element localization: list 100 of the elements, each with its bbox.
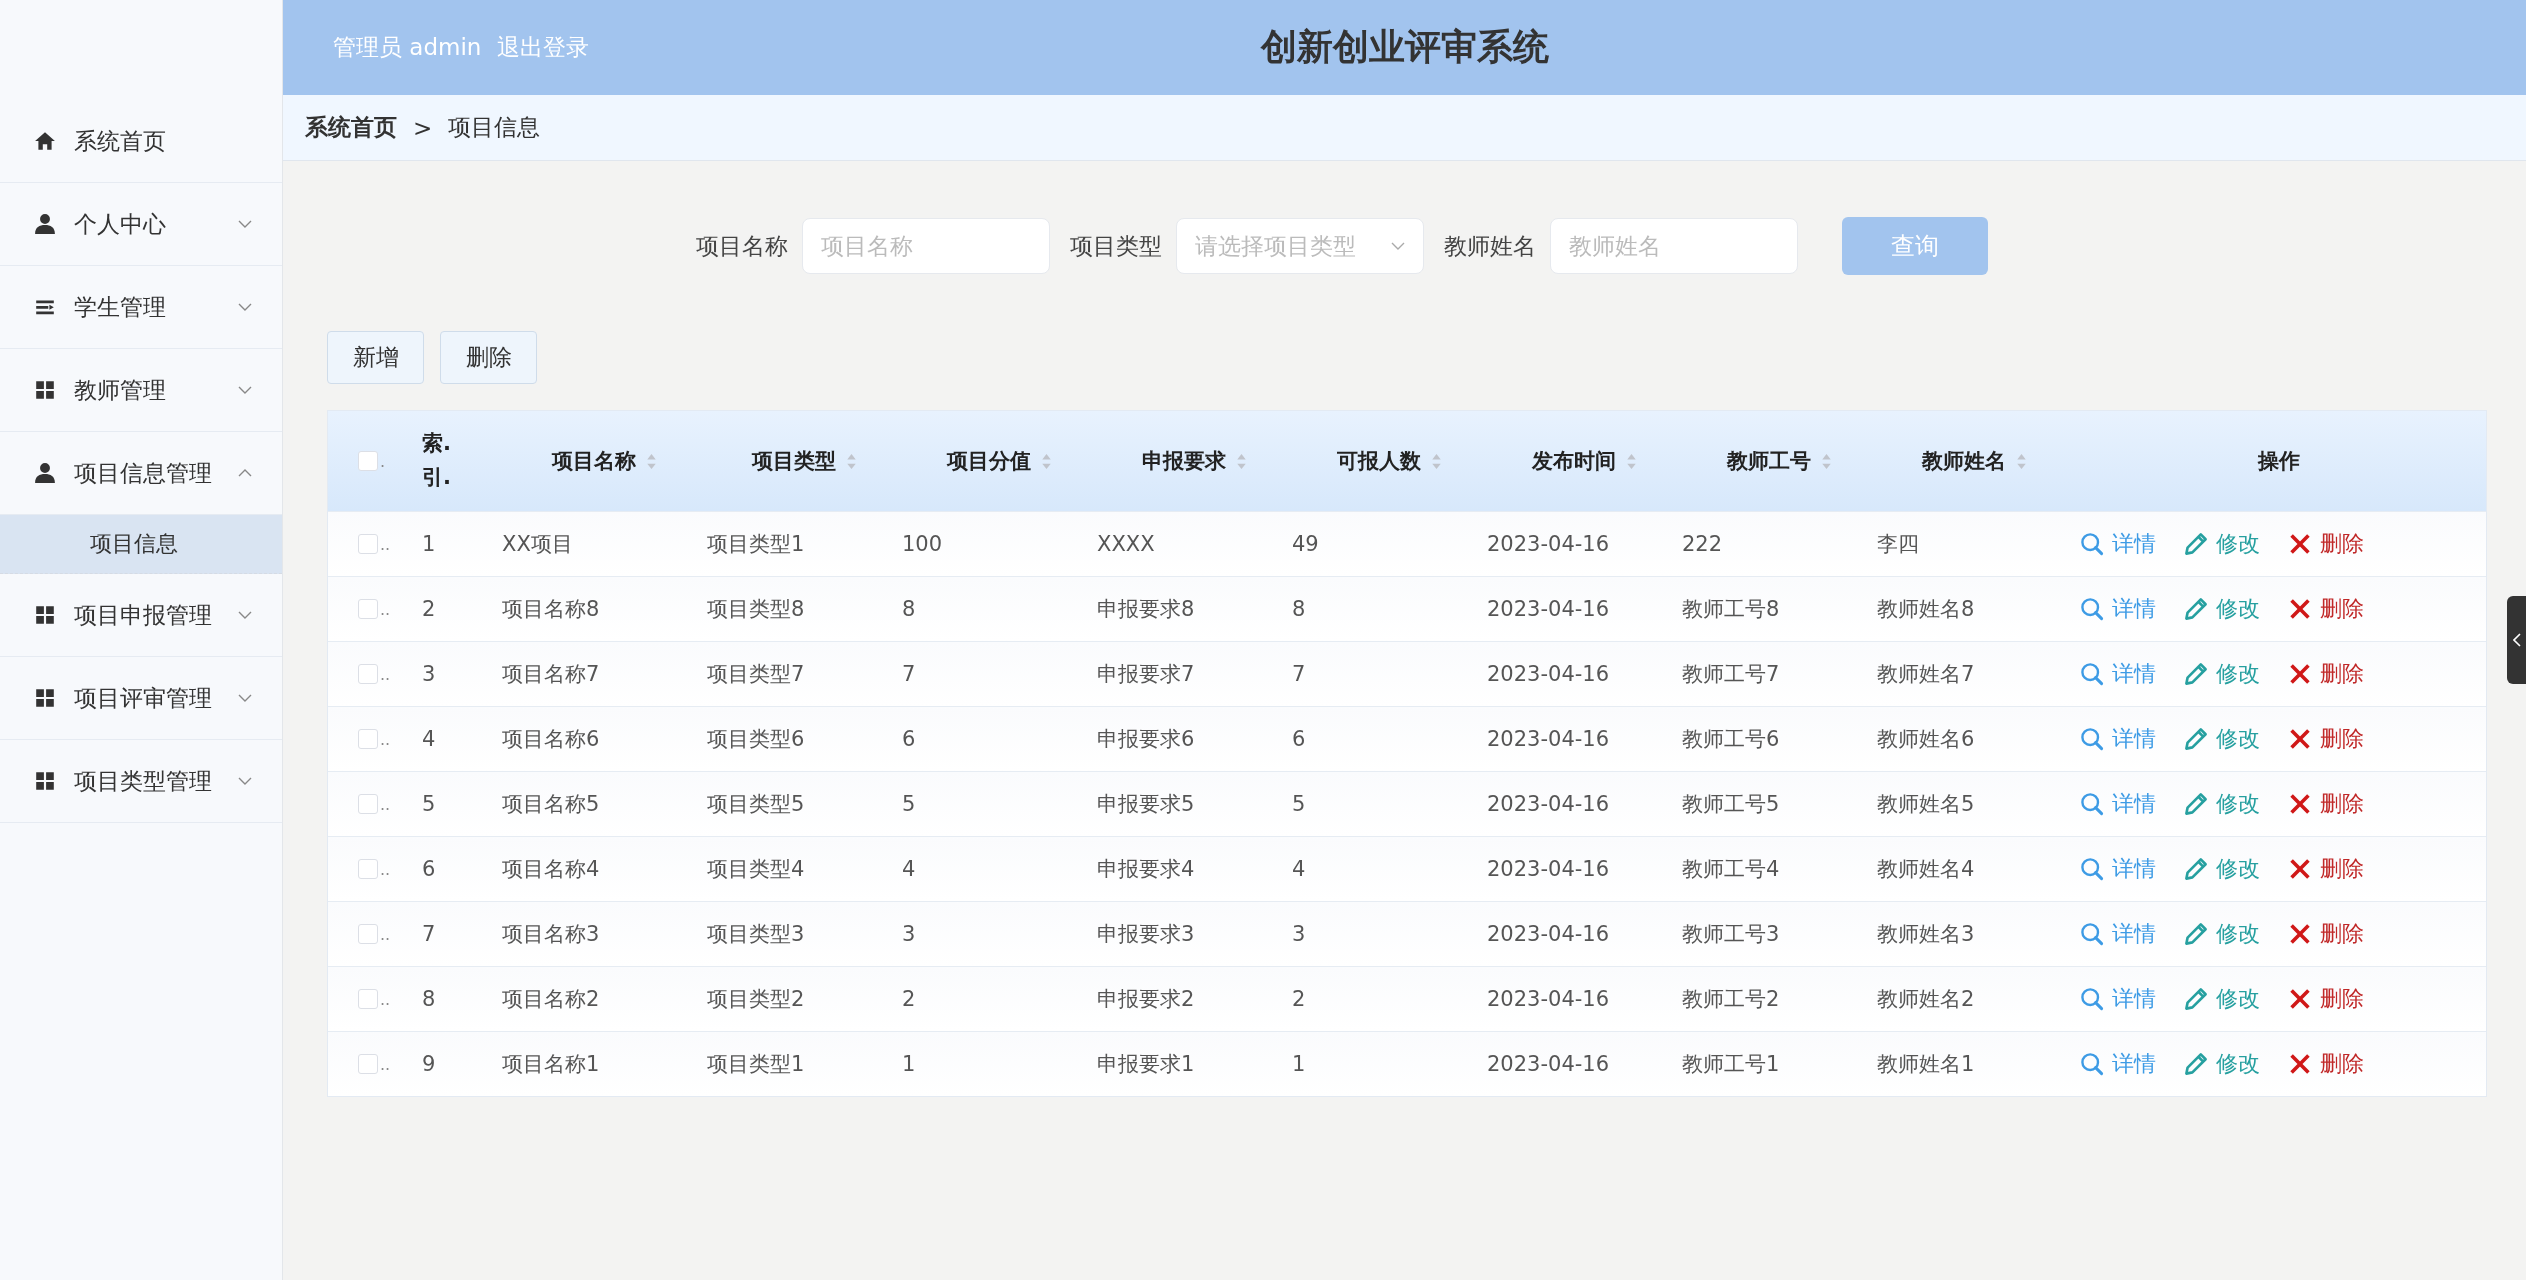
sort-icon[interactable] [646, 452, 657, 470]
column-header[interactable]: 项目类型 [752, 447, 836, 475]
table-cell: 教师姓名5 [1877, 792, 1975, 816]
action-link[interactable]: 修改 [2184, 1049, 2260, 1079]
action-link[interactable]: 修改 [2184, 789, 2260, 819]
action-link[interactable]: 修改 [2184, 919, 2260, 949]
table-cell: 教师工号2 [1682, 987, 1780, 1011]
sort-icon[interactable] [1041, 452, 1052, 470]
checkbox[interactable] [358, 664, 378, 684]
chevron-left-icon [2513, 633, 2521, 647]
cell-text: . [380, 451, 386, 471]
menu-item[interactable]: 项目评审管理 [0, 657, 282, 740]
action-link[interactable]: 修改 [2184, 984, 2260, 1014]
checkbox[interactable] [358, 534, 378, 554]
action-label: 删除 [2320, 660, 2364, 688]
table-cell: 申报要求2 [1097, 987, 1195, 1011]
sort-icon[interactable] [1821, 452, 1832, 470]
action-link[interactable]: 删除 [2288, 659, 2364, 689]
action-link[interactable]: 详情 [2080, 984, 2156, 1014]
breadcrumb-link[interactable]: 系统首页 [305, 112, 397, 143]
action-link[interactable]: 详情 [2080, 789, 2156, 819]
checkbox[interactable] [358, 794, 378, 814]
column-header[interactable]: 教师姓名 [1922, 447, 2006, 475]
action-link[interactable]: 删除 [2288, 594, 2364, 624]
pencil-icon [2184, 662, 2208, 686]
menu-item[interactable]: 项目申报管理 [0, 574, 282, 657]
action-link[interactable]: 修改 [2184, 724, 2260, 754]
menu-item[interactable]: 系统首页 [0, 100, 282, 183]
column-header[interactable]: 项目分值 [947, 447, 1031, 475]
column-header[interactable]: 可报人数 [1337, 447, 1421, 475]
sort-icon[interactable] [2016, 452, 2027, 470]
action-link[interactable]: 详情 [2080, 919, 2156, 949]
menu-item[interactable]: 个人中心 [0, 183, 282, 266]
column-header[interactable]: 项目名称 [552, 447, 636, 475]
search-input[interactable]: 项目名称 [802, 218, 1050, 274]
menu-item[interactable]: 教师管理 [0, 349, 282, 432]
search-icon [2080, 597, 2104, 621]
search-input[interactable]: 教师姓名 [1550, 218, 1798, 274]
action-link[interactable]: 详情 [2080, 529, 2156, 559]
action-link[interactable]: 详情 [2080, 594, 2156, 624]
action-link[interactable]: 详情 [2080, 854, 2156, 884]
action-link[interactable]: 删除 [2288, 789, 2364, 819]
action-link[interactable]: 删除 [2288, 919, 2364, 949]
table-cell: 教师姓名1 [1877, 1052, 1975, 1076]
checkbox[interactable] [358, 924, 378, 944]
table-cell: 项目名称4 [502, 857, 600, 881]
table-cell: 申报要求4 [1097, 857, 1195, 881]
submenu-item[interactable]: 项目信息 [0, 515, 282, 574]
action-link[interactable]: 删除 [2288, 984, 2364, 1014]
checkbox[interactable] [358, 989, 378, 1009]
table-cell: 项目类型6 [707, 727, 805, 751]
panel-handle[interactable] [2507, 596, 2526, 684]
action-link[interactable]: 删除 [2288, 529, 2364, 559]
checkbox[interactable] [358, 1054, 378, 1074]
table-cell: XXXX [1097, 532, 1155, 556]
action-label: 修改 [2216, 530, 2260, 558]
pencil-icon [2184, 987, 2208, 1011]
table-cell: 教师工号5 [1682, 792, 1780, 816]
action-link[interactable]: 修改 [2184, 854, 2260, 884]
sort-icon[interactable] [1236, 452, 1247, 470]
menu-item[interactable]: 项目类型管理 [0, 740, 282, 823]
action-link[interactable]: 修改 [2184, 659, 2260, 689]
table-cell: 李四 [1877, 532, 1919, 556]
action-link[interactable]: 删除 [2288, 1049, 2364, 1079]
column-header[interactable]: 发布时间 [1532, 447, 1616, 475]
table-cell: 申报要求6 [1097, 727, 1195, 751]
checkbox[interactable] [358, 451, 378, 471]
home-icon [34, 130, 56, 152]
action-label: 删除 [2320, 1050, 2364, 1078]
sort-icon[interactable] [1431, 452, 1442, 470]
user-label: 管理员 admin [333, 33, 482, 62]
column-header[interactable]: 申报要求 [1142, 447, 1226, 475]
action-link[interactable]: 删除 [2288, 854, 2364, 884]
action-link[interactable]: 修改 [2184, 594, 2260, 624]
sort-icon[interactable] [1626, 452, 1637, 470]
table-cell: 教师姓名8 [1877, 597, 1975, 621]
select-placeholder: 请选择项目类型 [1195, 231, 1356, 261]
toolbar-button[interactable]: 删除 [440, 331, 537, 384]
table-cell: 项目类型5 [707, 792, 805, 816]
grid-icon [34, 770, 56, 792]
action-link[interactable]: 详情 [2080, 724, 2156, 754]
table-cell: 5 [902, 792, 916, 816]
column-header[interactable]: 教师工号 [1727, 447, 1811, 475]
checkbox[interactable] [358, 599, 378, 619]
menu-item[interactable]: 学生管理 [0, 266, 282, 349]
table-cell: 2023-04-16 [1487, 1052, 1610, 1076]
action-link[interactable]: 详情 [2080, 1049, 2156, 1079]
action-link[interactable]: 修改 [2184, 529, 2260, 559]
pencil-icon [2184, 532, 2208, 556]
pencil-icon [2184, 727, 2208, 751]
checkbox[interactable] [358, 729, 378, 749]
table-cell: 9 [422, 1052, 436, 1076]
column-header: 索.引. [422, 430, 452, 491]
sort-icon[interactable] [846, 452, 857, 470]
checkbox[interactable] [358, 859, 378, 879]
cell-text: .. [380, 924, 391, 944]
table-cell: 教师工号8 [1682, 597, 1780, 621]
action-link[interactable]: 删除 [2288, 724, 2364, 754]
toolbar-button[interactable]: 新增 [327, 331, 424, 384]
action-link[interactable]: 详情 [2080, 659, 2156, 689]
